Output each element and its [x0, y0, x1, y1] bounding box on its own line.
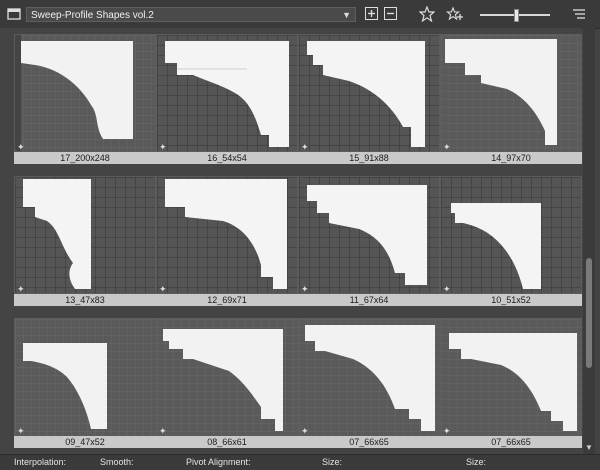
shape-label: 13_47x83: [14, 294, 156, 306]
size-label: Size:: [322, 457, 343, 467]
vertical-scrollbar[interactable]: ▼: [583, 28, 595, 454]
shape-tile[interactable]: ✦ 12_69x71: [156, 176, 298, 316]
shape-label: 08_66x61: [156, 436, 298, 448]
pivot-icon: ✦: [301, 142, 309, 152]
shape-tile[interactable]: ✦ 17_200x248: [14, 34, 156, 174]
shape-tile[interactable]: ✦ 09_47x52: [14, 318, 156, 458]
interpolation-label: Interpolation:: [14, 457, 67, 467]
profile-thumbnail: ✦: [14, 34, 156, 152]
profile-thumbnail: ✦: [440, 34, 582, 152]
scroll-thumb[interactable]: [586, 258, 592, 368]
shape-label: 10_51x52: [440, 294, 582, 306]
smooth-label: Smooth:: [100, 457, 134, 467]
shape-tile[interactable]: ✦ 10_51x52: [440, 176, 582, 316]
shape-label: 12_69x71: [156, 294, 298, 306]
pivot-icon: ✦: [159, 142, 167, 152]
shape-tile[interactable]: ✦ 07_66x65: [440, 318, 582, 458]
scroll-down-arrow-icon[interactable]: ▼: [585, 443, 593, 452]
profile-thumbnail: ✦: [14, 176, 156, 294]
profile-thumbnail: ✦: [440, 318, 582, 436]
panel-icon[interactable]: [6, 6, 22, 22]
pivot-icon: ✦: [301, 426, 309, 436]
shape-tile[interactable]: ✦ 11_67x64: [298, 176, 440, 316]
profile-thumbnail: ✦: [440, 176, 582, 294]
add-icon[interactable]: [364, 6, 380, 22]
shape-tile[interactable]: ✦ 08_66x61: [156, 318, 298, 458]
pivot-icon: ✦: [443, 426, 451, 436]
shape-tile[interactable]: ✦ 07_66x65: [298, 318, 440, 458]
parameters-bar: Interpolation: Smooth: Pivot Alignment: …: [0, 454, 600, 470]
shape-label: 14_97x70: [440, 152, 582, 164]
shape-tile[interactable]: ✦ 13_47x83: [14, 176, 156, 316]
size-label: Size:: [466, 457, 487, 467]
library-dropdown[interactable]: Sweep-Profile Shapes vol.2 ▼: [26, 7, 356, 22]
shape-label: 07_66x65: [440, 436, 582, 448]
pivot-icon: ✦: [443, 284, 451, 294]
list-view-icon[interactable]: [570, 6, 586, 22]
slider-handle[interactable]: [514, 9, 519, 22]
toolbar: Sweep-Profile Shapes vol.2 ▼: [0, 0, 600, 29]
shape-tile[interactable]: ✦ 14_97x70: [440, 34, 582, 174]
shape-label: 07_66x65: [298, 436, 440, 448]
profile-thumbnail: ✦: [156, 176, 298, 294]
pivot-icon: ✦: [159, 284, 167, 294]
chevron-down-icon: ▼: [342, 10, 351, 20]
pivot-icon: ✦: [159, 426, 167, 436]
add-favorite-icon[interactable]: [445, 6, 463, 22]
shape-tile[interactable]: ✦ 16_54x54: [156, 34, 298, 174]
shape-grid: ✦ 17_200x248 ✦ 16_54x54 ✦ 15_91x88 ✦ 14_…: [0, 28, 582, 454]
shape-label: 11_67x64: [298, 294, 440, 306]
sweep-profile-browser: Sweep-Profile Shapes vol.2 ▼ ✦ 17_200x24…: [0, 0, 600, 470]
profile-thumbnail: ✦: [298, 318, 440, 436]
pivot-icon: ✦: [443, 142, 451, 152]
pivot-icon: ✦: [301, 284, 309, 294]
shape-label: 16_54x54: [156, 152, 298, 164]
profile-thumbnail: ✦: [156, 34, 298, 152]
favorite-star-icon[interactable]: [418, 5, 436, 23]
profile-thumbnail: ✦: [14, 318, 156, 436]
shape-label: 15_91x88: [298, 152, 440, 164]
shape-label: 17_200x248: [14, 152, 156, 164]
profile-thumbnail: ✦: [156, 318, 298, 436]
shape-label: 09_47x52: [14, 436, 156, 448]
library-name: Sweep-Profile Shapes vol.2: [31, 10, 154, 21]
remove-icon[interactable]: [383, 6, 399, 22]
pivot-icon: ✦: [17, 142, 25, 152]
pivot-alignment-label: Pivot Alignment:: [186, 457, 251, 467]
shape-tile[interactable]: ✦ 15_91x88: [298, 34, 440, 174]
profile-thumbnail: ✦: [298, 34, 440, 152]
profile-thumbnail: ✦: [298, 176, 440, 294]
pivot-icon: ✦: [17, 426, 25, 436]
pivot-icon: ✦: [17, 284, 25, 294]
